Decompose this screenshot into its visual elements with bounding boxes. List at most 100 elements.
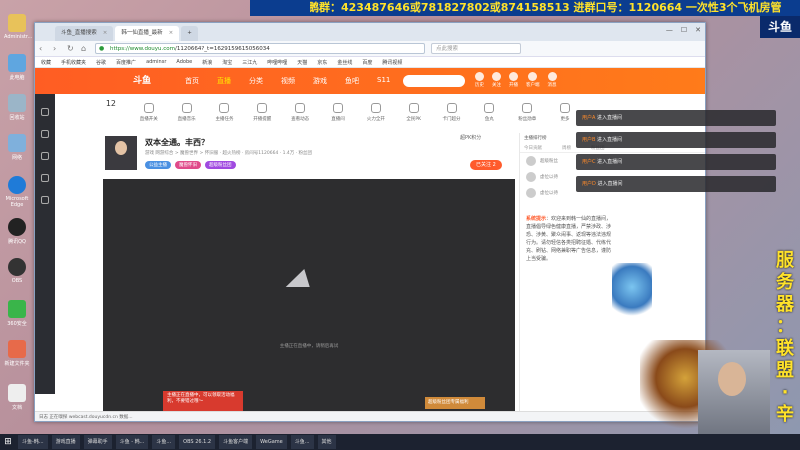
desktop-icon-360[interactable]: 360安全 xyxy=(4,300,30,327)
close-icon[interactable]: × xyxy=(169,30,174,36)
maximize-icon[interactable]: ☐ xyxy=(681,26,687,34)
fish-icon xyxy=(41,196,49,204)
tag-badge[interactable]: 魔兽怀旧 xyxy=(175,161,201,169)
close-window-icon[interactable]: ✕ xyxy=(695,26,701,34)
tag-badge[interactable]: 公益主播 xyxy=(145,161,171,169)
taskbar-item[interactable]: 斗鱼客户端 xyxy=(219,435,253,449)
strip-item[interactable]: 主播任务 xyxy=(213,99,237,122)
video-player[interactable]: 主播正在直播中，请稍后再试 主播正在直播中，可以领取活动福利，不要错过哦～ 超级… xyxy=(103,179,515,411)
message-button[interactable]: 消息 xyxy=(547,72,557,88)
sidebar-item-history[interactable] xyxy=(35,130,55,138)
bookmark-item[interactable]: 京东 xyxy=(317,59,327,66)
taskbar-item[interactable]: 游戏直播 xyxy=(51,435,80,449)
refresh-icon[interactable]: ↻ xyxy=(67,44,75,53)
nav-s11[interactable]: S11 xyxy=(377,76,390,86)
webcam-feed xyxy=(698,350,770,436)
taskbar: ⊞ 斗鱼-韩... 游戏直播 弹幕助手 斗鱼 - 韩... 斗鱼... OBS … xyxy=(0,434,800,450)
desktop-icon-pc[interactable]: 此电脑 xyxy=(4,54,30,81)
desktop-icon-network[interactable]: 网络 xyxy=(4,134,30,161)
tag-badge[interactable]: 超级粉丝团 xyxy=(205,161,236,169)
desktop-icon-admin[interactable]: Administr... xyxy=(4,14,32,40)
strip-item[interactable]: 全民PK xyxy=(402,99,426,122)
address-bar[interactable]: ● https://www.douyu.com/1120664?_t=16291… xyxy=(95,43,425,54)
home-icon[interactable]: ⌂ xyxy=(81,44,89,53)
bookmark-item[interactable]: Adobe xyxy=(176,59,192,65)
nav-home[interactable]: 首页 xyxy=(185,76,199,86)
nav-category[interactable]: 分类 xyxy=(249,76,263,86)
client-button[interactable]: 客户端 xyxy=(526,72,540,88)
bookmark-item[interactable]: 哔哩哔哩 xyxy=(267,59,287,66)
tab-today[interactable]: 今日贡献 xyxy=(524,145,542,151)
taskbar-item[interactable]: 斗鱼 - 韩... xyxy=(115,435,149,449)
bookmark-item[interactable]: 新浪 xyxy=(202,59,212,66)
desktop-icon-folder[interactable]: 新建文件夹 xyxy=(4,340,30,367)
alarm-icon xyxy=(257,103,268,113)
back-icon[interactable]: ‹ xyxy=(39,44,47,53)
desktop-icon-edge[interactable]: Microsoft Edge xyxy=(4,176,30,208)
chat-row: 用户D 进入直播间 xyxy=(576,176,776,192)
close-icon[interactable]: × xyxy=(103,30,108,36)
sidebar-item-live[interactable] xyxy=(35,152,55,160)
strip-item[interactable]: 直播间 xyxy=(326,99,350,122)
strip-item[interactable]: 直播开关 xyxy=(137,99,161,122)
nav-game[interactable]: 游戏 xyxy=(313,76,327,86)
bookmark-item[interactable]: 百度 xyxy=(362,59,372,66)
douyu-search-input[interactable] xyxy=(403,75,465,87)
bookmark-item[interactable]: 淘宝 xyxy=(222,59,232,66)
taskbar-item[interactable]: 斗鱼-韩... xyxy=(18,435,48,449)
stream-overlay-banner: 鹅群：423487646或781827802或874158513 进群口号：11… xyxy=(250,0,800,16)
taskbar-item[interactable]: 弹幕助手 xyxy=(83,435,112,449)
new-tab-button[interactable]: + xyxy=(181,26,198,41)
sidebar-item-follow[interactable] xyxy=(35,108,55,116)
taskbar-item[interactable]: OBS 26.1.2 xyxy=(179,435,216,449)
douyu-logo[interactable]: 斗鱼 xyxy=(133,73,151,86)
strip-item[interactable]: 火力全开 xyxy=(364,99,388,122)
start-live-button[interactable]: 开播 xyxy=(509,72,518,88)
bookmark-item[interactable]: 金丝线 xyxy=(337,59,352,66)
bookmark-item[interactable]: 天猫 xyxy=(297,59,307,66)
strip-item[interactable]: 卡门超分 xyxy=(440,99,464,122)
tab-week[interactable]: 周榜 xyxy=(562,145,571,151)
follow-button[interactable]: 已关注 2 xyxy=(470,160,502,170)
avatar[interactable] xyxy=(105,136,137,170)
taskbar-item[interactable]: WeGame xyxy=(256,435,287,449)
follow-button[interactable]: 关注 xyxy=(492,72,501,88)
bookmark-item[interactable]: 谷歌 xyxy=(96,59,106,66)
taskbar-item[interactable]: 其他 xyxy=(317,435,336,449)
bookmark-item[interactable]: 手机收藏夹 xyxy=(61,59,86,66)
strip-item[interactable]: 更多 xyxy=(553,99,577,122)
browser-search-input[interactable]: 点此搜索 xyxy=(431,43,521,54)
minimize-icon[interactable]: — xyxy=(666,26,673,34)
strip-item[interactable]: 鱼丸 xyxy=(477,99,501,122)
bookmark-item[interactable]: adminsr xyxy=(146,59,166,65)
bookmark-item[interactable]: 腾讯视频 xyxy=(382,59,402,66)
desktop-icon-recycle[interactable]: 回收站 xyxy=(4,94,30,121)
nav-video[interactable]: 视频 xyxy=(281,76,295,86)
nav-yuba[interactable]: 鱼吧 xyxy=(345,76,359,86)
status-bar: 日志 正在嗅探 webcast.douyucdn.cn 数据... xyxy=(35,411,705,421)
taskbar-item[interactable]: 斗鱼... xyxy=(290,435,314,449)
bookmark-item[interactable]: 百度推广 xyxy=(116,59,136,66)
bookmark-item[interactable]: 收藏 xyxy=(41,59,51,66)
sidebar-item-yuba[interactable] xyxy=(35,196,55,204)
nav-live[interactable]: 直播 xyxy=(217,76,231,86)
taskbar-item[interactable]: 斗鱼... xyxy=(152,435,176,449)
strip-item[interactable]: 开播提醒 xyxy=(250,99,274,122)
tab-search[interactable]: 斗鱼_直播搜索 × xyxy=(55,26,114,41)
strip-item[interactable]: 粉丝勋章 xyxy=(515,99,539,122)
promo-notice[interactable]: 主播正在直播中，可以领取活动福利，不要错过哦～ xyxy=(163,391,243,411)
desktop-icon-doc[interactable]: 文档 xyxy=(4,384,30,411)
level-indicator: 12 xyxy=(105,99,117,108)
windows-start-icon[interactable]: ⊞ xyxy=(2,436,14,448)
douyu-fin-icon xyxy=(285,269,317,287)
promo-notice-2[interactable]: 超级粉丝团专属福利 xyxy=(425,397,485,409)
bookmark-item[interactable]: 三江九 xyxy=(242,59,257,66)
strip-item[interactable]: 查看动态 xyxy=(288,99,312,122)
desktop-icon-obs[interactable]: OBS xyxy=(4,258,30,284)
sidebar-item-game[interactable] xyxy=(35,174,55,182)
desktop-icon-qq[interactable]: 腾讯QQ xyxy=(4,218,30,245)
tab-live-room[interactable]: 韩一仙直播_最新 × xyxy=(115,26,180,41)
forward-icon[interactable]: › xyxy=(53,44,61,53)
history-button[interactable]: 历史 xyxy=(475,72,484,88)
strip-item[interactable]: 直播音乐 xyxy=(175,99,199,122)
